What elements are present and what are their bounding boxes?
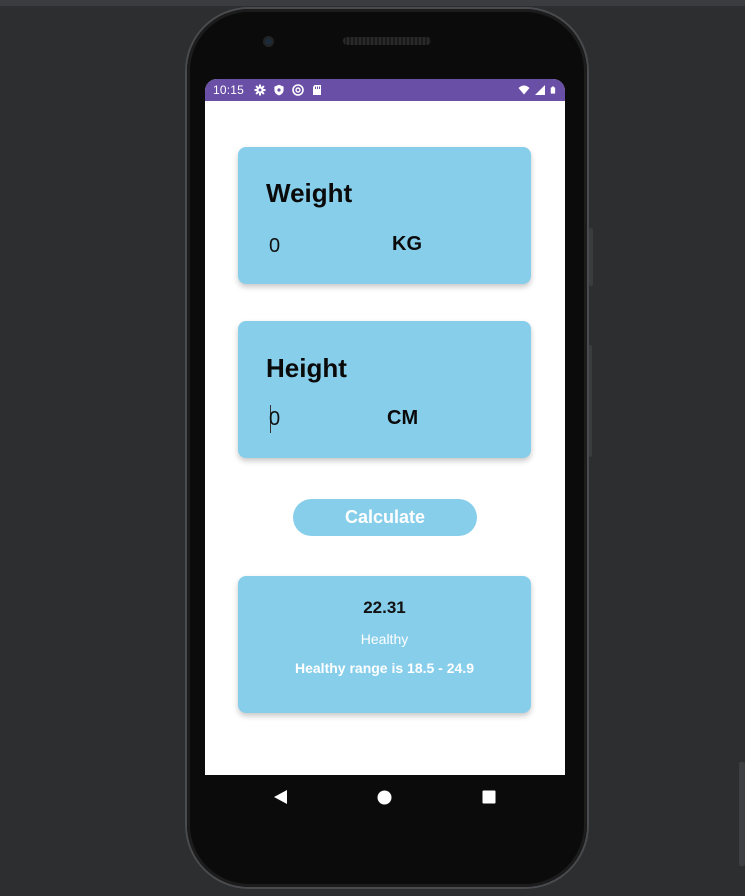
app-screen: 10:15 Weight 0 KG Height 0 CM Calculate … — [205, 79, 565, 775]
weight-input[interactable]: 0 — [269, 235, 280, 258]
result-card: 22.31 Healthy Healthy range is 18.5 - 24… — [238, 576, 531, 713]
weight-card: Weight 0 KG — [238, 147, 531, 284]
healthy-range-text: Healthy range is 18.5 - 24.9 — [295, 660, 474, 676]
sync-icon — [292, 84, 304, 96]
volume-button[interactable] — [589, 345, 592, 457]
height-input[interactable]: 0 — [269, 408, 280, 431]
power-button[interactable] — [589, 228, 593, 286]
status-bar: 10:15 — [205, 79, 565, 101]
earpiece-speaker — [343, 37, 431, 45]
recents-icon[interactable] — [482, 790, 496, 804]
home-icon[interactable] — [377, 790, 392, 805]
front-camera — [263, 36, 274, 47]
height-title: Height — [266, 353, 347, 383]
emulator-side-panel — [739, 762, 745, 866]
emulator-top-bar — [0, 0, 745, 6]
gear-icon — [254, 84, 266, 96]
bmi-status: Healthy — [360, 631, 409, 647]
weight-unit-label: KG — [392, 233, 422, 255]
sd-card-icon — [313, 85, 322, 95]
shield-icon — [274, 84, 284, 96]
height-unit-label: CM — [387, 407, 419, 429]
wifi-icon — [518, 85, 530, 95]
height-card: Height 0 CM — [238, 321, 531, 458]
back-icon[interactable] — [273, 789, 288, 805]
battery-icon — [550, 86, 556, 94]
signal-icon — [535, 85, 545, 95]
bmi-value: 22.31 — [363, 598, 406, 617]
weight-title: Weight — [266, 178, 353, 208]
status-time: 10:15 — [213, 83, 245, 97]
calculate-button[interactable]: Calculate — [293, 499, 477, 536]
